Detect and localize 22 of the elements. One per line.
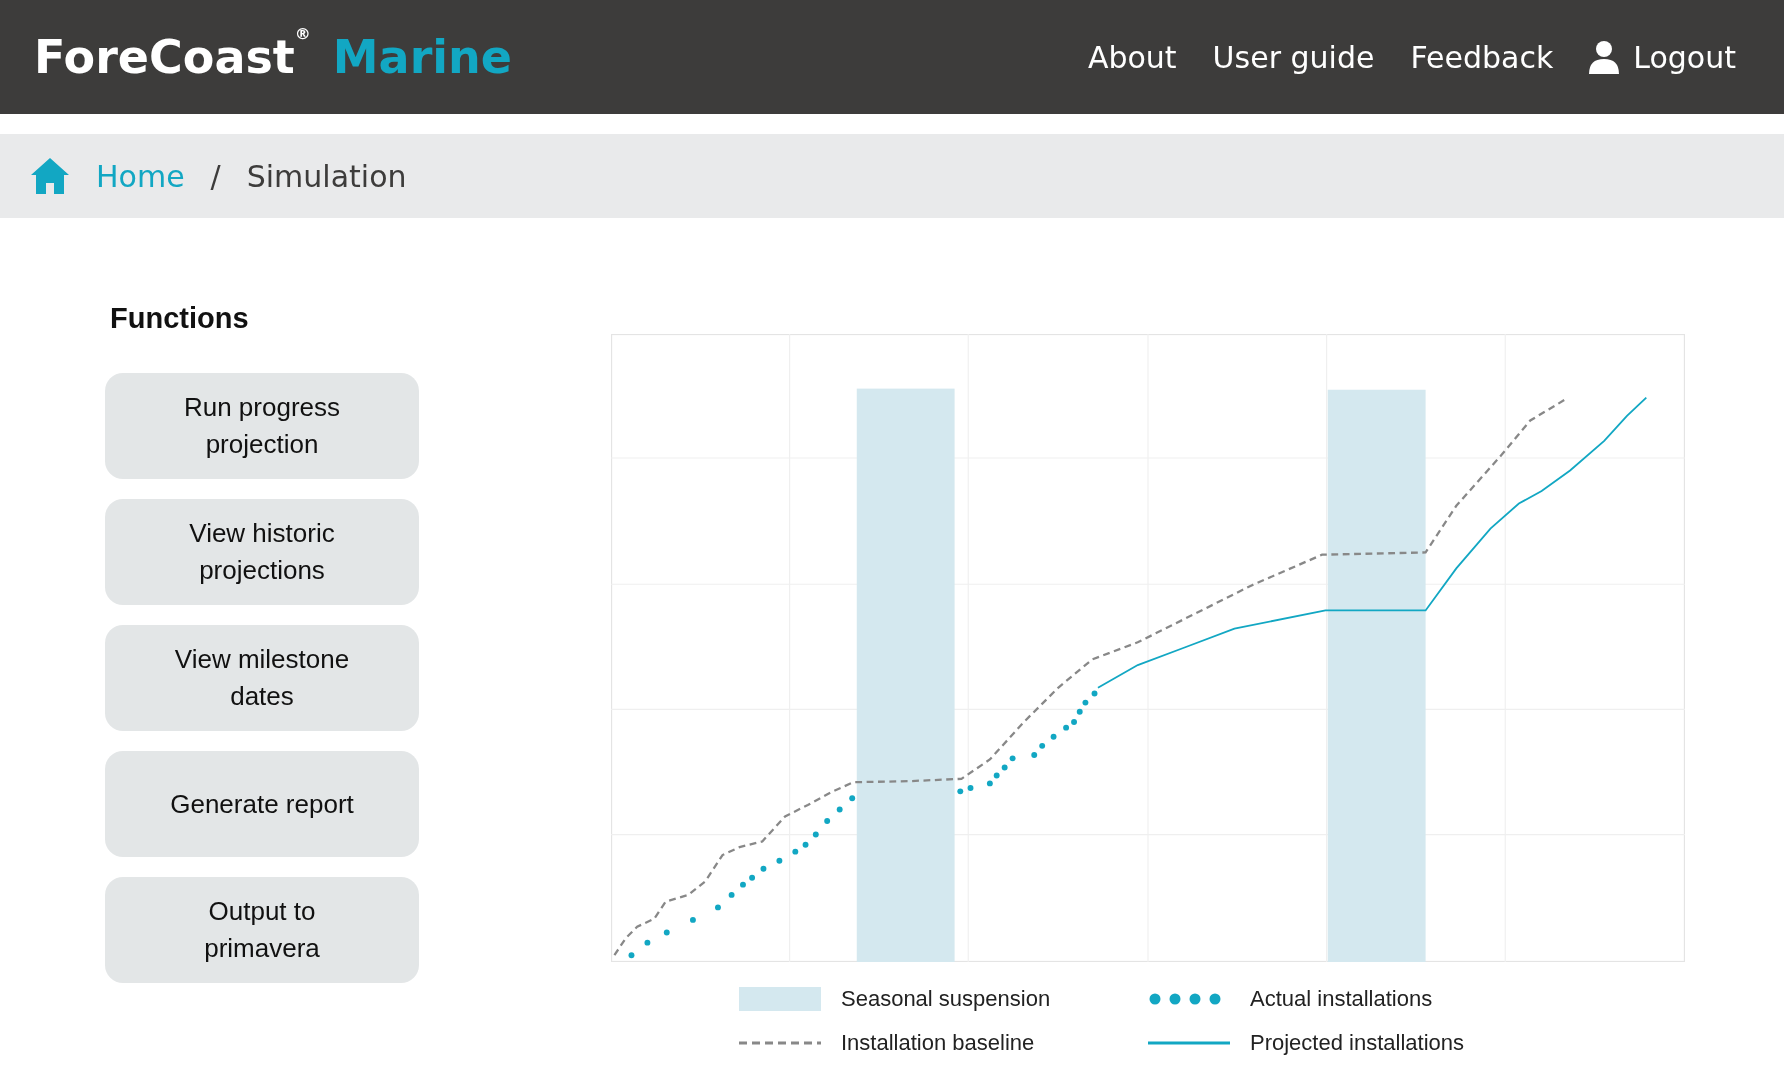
legend-dash-icon — [739, 1041, 821, 1045]
nav-link[interactable]: About — [1087, 39, 1177, 75]
logout-link[interactable]: Logout — [1589, 39, 1736, 75]
home-icon[interactable] — [30, 157, 70, 195]
nav-link[interactable]: Feedback — [1410, 39, 1554, 75]
legend-label: Installation baseline — [841, 1030, 1035, 1056]
legend-label: Actual installations — [1250, 986, 1433, 1012]
function-button[interactable]: Run progress projection — [105, 373, 419, 479]
breadcrumb-current: Simulation — [246, 158, 407, 194]
function-button[interactable]: Generate report — [105, 751, 419, 857]
app-logo: ForeCoast® Marine — [34, 30, 513, 84]
legend-line-icon — [1148, 1041, 1230, 1045]
breadcrumb-separator: / — [210, 158, 221, 194]
user-icon — [1589, 40, 1620, 74]
legend-label: Seasonal suspension — [841, 986, 1051, 1012]
functions-heading: Functions — [110, 302, 250, 335]
function-button[interactable]: View historic projections — [105, 499, 419, 605]
legend-label: Projected installations — [1250, 1030, 1464, 1056]
nav-link[interactable]: User guide — [1212, 39, 1375, 75]
function-button[interactable]: Output to primavera — [105, 877, 419, 983]
function-button[interactable]: View milestone dates — [105, 625, 419, 731]
legend-swatch-icon — [739, 987, 821, 1011]
